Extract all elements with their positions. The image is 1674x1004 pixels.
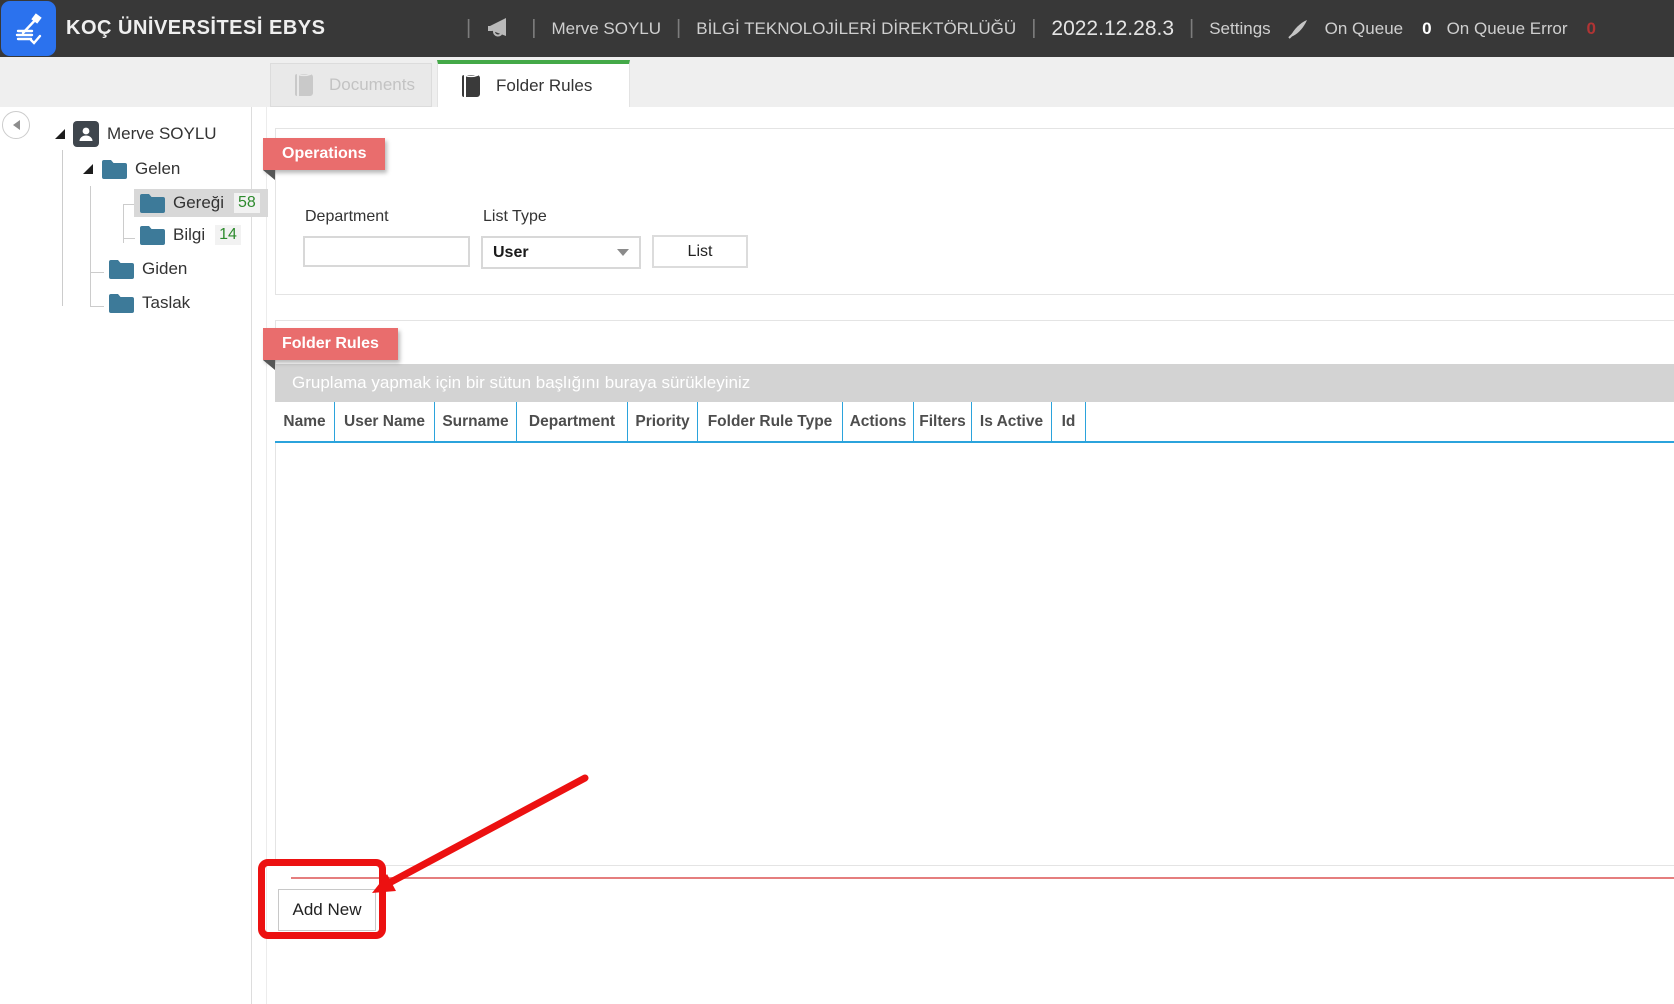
tree-node-bilgi[interactable]: Bilgi 14 <box>139 224 241 246</box>
column-header-priority[interactable]: Priority <box>628 402 698 441</box>
tree-node-giden[interactable]: Giden <box>108 258 187 280</box>
column-header-filters[interactable]: Filters <box>914 402 972 441</box>
folder-icon <box>139 192 165 214</box>
header-department: BİLGİ TEKNOLOJİLERİ DİREKTÖRLÜĞÜ <box>696 19 1016 39</box>
folder-icon <box>101 158 127 180</box>
announcement-megaphone-icon[interactable] <box>486 16 516 42</box>
tree-connector <box>90 186 91 306</box>
grid-group-drop-zone[interactable]: Gruplama yapmak için bir sütun başlığını… <box>275 364 1674 402</box>
tab-folder-rules-active[interactable]: Folder Rules <box>437 60 630 107</box>
tree-node-taslak[interactable]: Taslak <box>108 292 190 314</box>
sidebar-collapse-button[interactable] <box>2 111 30 139</box>
tab-documents-label: Documents <box>329 75 415 95</box>
list-type-label: List Type <box>483 208 547 226</box>
column-header-id[interactable]: Id <box>1052 402 1086 441</box>
tree-node-label[interactable]: Merve SOYLU <box>107 124 217 144</box>
ribbon-fold-decoration <box>263 170 275 180</box>
book-icon <box>293 72 315 98</box>
column-header-actions[interactable]: Actions <box>843 402 914 441</box>
ribbon-fold-decoration <box>263 360 275 370</box>
expand-triangle-icon[interactable] <box>55 129 65 139</box>
department-label: Department <box>305 208 389 226</box>
tree-connector <box>123 238 135 239</box>
column-header-user-name[interactable]: User Name <box>335 402 435 441</box>
column-header-surname[interactable]: Surname <box>435 402 517 441</box>
chevron-left-icon <box>13 120 20 130</box>
tab-documents[interactable]: Documents <box>270 63 432 107</box>
on-queue-count: 0 <box>1422 19 1431 39</box>
tree-node-label[interactable]: Gereği <box>173 193 224 213</box>
tree-node-label[interactable]: Gelen <box>135 159 180 179</box>
folder-rules-panel-title: Folder Rules <box>263 328 398 360</box>
header-separator: | <box>531 17 536 40</box>
list-button[interactable]: List <box>652 235 748 268</box>
header-right-group: | | Merve SOYLU | BİLGİ TEKNOLOJİLERİ Dİ… <box>466 16 1596 42</box>
tree-connector <box>90 306 104 307</box>
pen-document-icon <box>11 11 47 47</box>
header-separator: | <box>1189 17 1194 40</box>
on-queue-error-count: 0 <box>1587 19 1596 39</box>
annotation-highlight-box <box>258 859 386 939</box>
quill-pen-icon <box>1286 17 1310 41</box>
folder-icon <box>108 292 134 314</box>
on-queue-error-label[interactable]: On Queue Error <box>1447 19 1568 39</box>
app-logo[interactable] <box>1 1 56 56</box>
list-type-dropdown[interactable]: User <box>481 236 641 269</box>
pager-divider-line <box>291 877 1674 879</box>
folder-icon <box>108 258 134 280</box>
header-separator: | <box>466 17 471 40</box>
sidebar-divider <box>251 107 252 1004</box>
app-version: 2022.12.28.3 <box>1051 17 1174 41</box>
tree-node-gelen[interactable]: Gelen <box>83 158 180 180</box>
tree-node-label[interactable]: Taslak <box>142 293 190 313</box>
column-header-department[interactable]: Department <box>517 402 628 441</box>
expand-triangle-icon[interactable] <box>83 164 93 174</box>
unread-count-badge: 58 <box>234 193 260 213</box>
tab-strip: Documents Folder Rules <box>0 57 1674 107</box>
top-header-bar: KOÇ ÜNİVERSİTESİ EBYS | | Merve SOYLU | … <box>0 0 1674 57</box>
unread-count-badge: 14 <box>215 225 241 245</box>
person-icon <box>73 121 99 147</box>
tree-node-label[interactable]: Bilgi <box>173 225 205 245</box>
book-icon <box>460 73 482 99</box>
ebys-app-window: KOÇ ÜNİVERSİTESİ EBYS | | Merve SOYLU | … <box>0 0 1674 1004</box>
column-header-is-active[interactable]: Is Active <box>972 402 1052 441</box>
chevron-down-icon <box>617 249 629 256</box>
grid-header-row: Name User Name Surname Department Priori… <box>275 402 1674 443</box>
tree-connector <box>62 150 63 306</box>
settings-link[interactable]: Settings <box>1209 19 1270 39</box>
operations-panel-title: Operations <box>263 138 385 170</box>
tab-folder-rules-label: Folder Rules <box>496 76 592 96</box>
department-input[interactable] <box>303 236 470 267</box>
tree-connector <box>90 272 104 273</box>
header-separator: | <box>676 17 681 40</box>
header-separator: | <box>1031 17 1036 40</box>
header-user-name[interactable]: Merve SOYLU <box>551 19 661 39</box>
tree-node-geregi-selected[interactable]: Gereği 58 <box>134 189 268 217</box>
on-queue-label[interactable]: On Queue <box>1325 19 1403 39</box>
column-header-name[interactable]: Name <box>275 402 335 441</box>
list-type-selected-value: User <box>493 244 529 262</box>
column-header-folder-rule-type[interactable]: Folder Rule Type <box>698 402 843 441</box>
folder-icon <box>139 224 165 246</box>
tree-node-root-user[interactable]: Merve SOYLU <box>55 121 217 147</box>
app-title: KOÇ ÜNİVERSİTESİ EBYS <box>66 17 325 40</box>
tree-node-label[interactable]: Giden <box>142 259 187 279</box>
